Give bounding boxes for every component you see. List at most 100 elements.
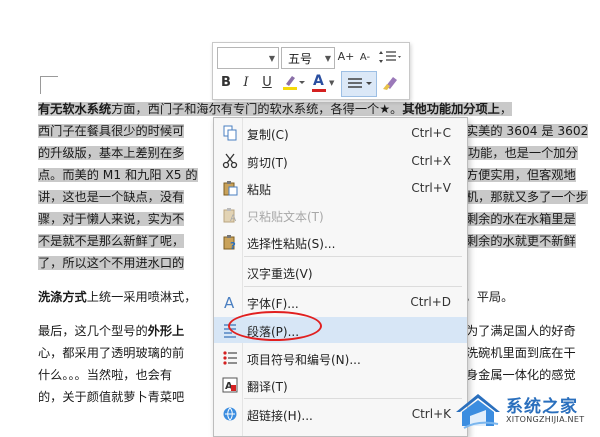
font-size-select[interactable]: 五号 ▼ [281,47,335,69]
document-text: 讲，这也是一个缺点，没有 [38,190,185,204]
menu-item-paste-special[interactable]: ? 选择性粘贴(S)... [214,229,467,255]
underline-icon: U [262,75,272,90]
document-text: 方便实用，但客观地 [466,168,576,182]
document-line: 的升级版，基本上差别在多 功能，也是一个加分 [38,142,578,164]
font-color-swatch [312,89,326,92]
menu-item-shortcut: Ctrl+C [411,126,451,140]
menu-item-label: 汉字重选(V) [247,267,313,281]
font-color-button[interactable]: A ▼ [311,73,337,93]
menu-separator [244,398,462,399]
menu-item-label: 项目符号和编号(N)... [247,353,361,367]
italic-button[interactable]: I [237,73,255,93]
hyperlink-icon [222,406,238,422]
document-text-right: 方便实用，但客观地 [466,164,576,186]
document-text: 方面，西门子和海尔有专门的软水系统，各得一个★。 [111,102,403,116]
font-name-select[interactable]: ▼ [217,47,279,69]
document-text: 实美的 3604 是 3602 [466,124,589,138]
document-text: 洗碗机里面到底在干 [466,346,576,360]
menu-item-label: 翻译(T) [247,380,288,394]
document-line: 最后，这几个型号的外形上 为了满足国人的好奇 [38,320,576,342]
align-center-icon [348,78,372,88]
context-menu: 复制(C) Ctrl+C 剪切(T) Ctrl+X 粘贴 Ctrl+V A 只粘贴文本(T)?… [213,117,468,437]
menu-separator [244,256,462,257]
document-text-right: 功能，也是一个加分 [468,142,578,164]
document-text-right: 身金属一体化的感觉 [466,364,576,386]
document-text: 为了满足国人的好奇 [466,324,576,338]
grow-font-button[interactable]: A+ [337,47,355,67]
document-text: 了，所以这个不用进水口的 [38,256,185,270]
menu-item-label: 字体(F)... [247,297,299,311]
grow-font-icon: A+ [337,50,355,63]
document-line: 西门子在餐具很少的时候可 实美的 3604 是 3602 [38,120,589,142]
highlighter-icon [283,76,305,90]
paste-special-icon: ? [222,234,238,252]
mini-toolbar: ▼ 五号 ▼ A+ A- B I U A ▼ [212,42,410,100]
annotation-circle [228,311,322,341]
menu-item-font[interactable]: A 字体(F)... Ctrl+D [214,289,467,315]
chevron-down-icon: ▼ [329,79,335,87]
menu-item-hyperlink[interactable]: 超链接(H)... Ctrl+K [214,401,467,427]
chevron-down-icon: ▼ [268,54,275,63]
document-text: 剩余的水在水箱里是 [466,212,576,226]
paste-icon [222,180,238,196]
menu-item-shortcut: Ctrl+D [410,295,451,309]
document-line: 洗涤方式上统一采用喷淋式， 都不错，平局。 [38,286,513,308]
copy-icon [222,125,238,141]
document-text: 不是就不是那么新鲜了呢， [38,234,185,248]
document-line: 心，都采用了透明玻璃的前 洗碗机里面到底在干 [38,342,576,364]
svg-text:A: A [230,214,237,223]
line-spacing-icon [379,51,401,63]
font-icon: A [222,294,238,312]
document-text-right: 剩余的水在水箱里是 [466,208,576,230]
watermark-logo: 系统之家 XITONGZHIJIA.NET [452,388,598,432]
page-margin-mark [40,76,41,94]
document-line: 骤，对于懒人来说，实为不 剩余的水在水箱里是 [38,208,576,230]
document-text: 的升级版，基本上差别在多 [38,146,185,160]
menu-item-paste-text-only[interactable]: A 只粘贴文本(T) [214,202,467,228]
document-text: 的，关于颜值就萝卜青菜吧 [38,390,185,404]
watermark-title: 系统之家 [506,397,578,417]
page-margin-mark [40,76,58,77]
eraser-icon [383,77,397,90]
document-line: 讲，这也是一个缺点，没有 机，那就又多了一个步 [38,186,588,208]
document-text-right: 机，那就又多了一个步 [466,186,588,208]
bullets-icon [222,350,238,366]
document-line: 不是就不是那么新鲜了呢， 剩余的水就更不新鲜 [38,230,576,252]
font-size-value: 五号 [288,52,313,66]
menu-item-paste[interactable]: 粘贴 Ctrl+V [214,175,467,201]
menu-item-cut[interactable]: 剪切(T) Ctrl+X [214,148,467,174]
menu-item-label: 选择性粘贴(S)... [247,237,336,251]
line-spacing-button[interactable] [377,47,403,67]
document-text: 外形上 [147,324,185,338]
document-text: 剩余的水就更不新鲜 [466,234,576,248]
format-painter-button[interactable] [381,73,399,93]
menu-item-label: 复制(C) [247,128,289,142]
menu-item-copy[interactable]: 复制(C) Ctrl+C [214,120,467,146]
house-logo-icon [456,394,500,429]
document-text: 点。而美的 M1 和九阳 X5 的 [38,168,198,182]
menu-item-label: 只粘贴文本(T) [247,210,324,224]
paste-text-icon: A [222,207,238,224]
underline-button[interactable]: U [258,73,276,93]
document-text: 机，那就又多了一个步 [466,190,588,204]
shrink-font-button[interactable]: A- [356,47,374,67]
bold-button[interactable]: B [217,73,235,93]
menu-item-translate[interactable]: A 翻译(T) [214,372,467,398]
document-text-right: 实美的 3604 是 3602 [466,120,589,142]
menu-item-reselect-chinese[interactable]: 汉字重选(V) [214,259,467,285]
menu-item-shortcut: Ctrl+X [411,154,451,168]
cut-icon [222,153,238,169]
shrink-font-icon: A- [359,52,371,63]
document-text: 心，都采用了透明玻璃的前 [38,346,185,360]
italic-icon: I [243,75,249,90]
document-text-right: 为了满足国人的好奇 [466,320,576,342]
document-text: 身金属一体化的感觉 [466,368,576,382]
menu-item-label: 剪切(T) [247,156,288,170]
document-text: 骤，对于懒人来说，实为不 [38,212,185,226]
menu-item-bullets-numbering[interactable]: 项目符号和编号(N)... [214,345,467,371]
document-text: 其他功能加分项上 [402,102,500,116]
document-text: ， [499,102,513,116]
highlight-button[interactable] [281,73,307,93]
align-button[interactable] [341,71,377,97]
menu-item-shortcut: Ctrl+V [411,181,451,195]
